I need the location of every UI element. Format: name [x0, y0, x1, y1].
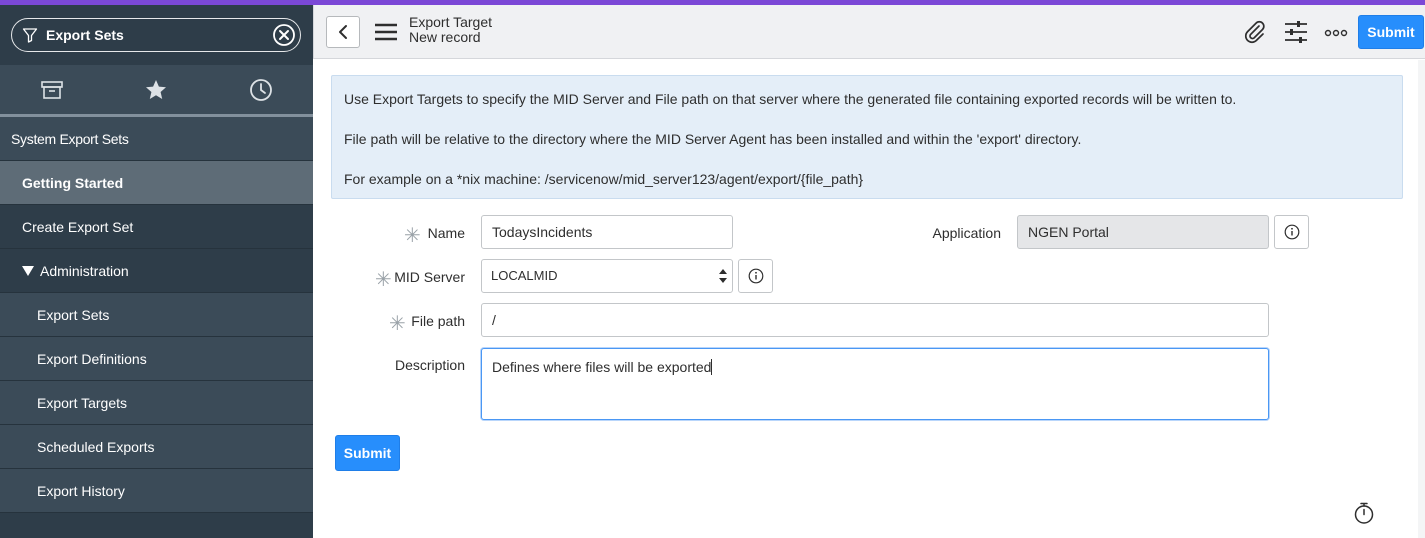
info-line-1: Use Export Targets to specify the MID Se…	[344, 91, 1237, 107]
required-marker: ✳	[389, 313, 406, 335]
form-subtitle: New record	[409, 29, 481, 45]
description-label: Description	[394, 357, 465, 373]
scrollbar[interactable]	[1418, 60, 1425, 538]
info-line-2: File path will be relative to the direct…	[344, 131, 1082, 147]
sidebar-item-administration[interactable]: Administration	[0, 249, 313, 293]
timer-icon[interactable]	[1353, 501, 1375, 525]
file-path-label: File path	[411, 313, 465, 329]
collapse-triangle-icon	[22, 265, 34, 276]
filter-wrap	[0, 5, 313, 65]
sidebar-item-export-history[interactable]: Export History	[0, 469, 313, 513]
form-header: Export Target New record Submit	[313, 5, 1425, 59]
sidebar: System Export Sets Getting Started Creat…	[0, 5, 313, 538]
application-label: Application	[932, 225, 1002, 241]
required-marker: ✳	[404, 225, 421, 247]
info-message: Use Export Targets to specify the MID Se…	[331, 75, 1403, 199]
sidebar-item-label: Administration	[40, 262, 129, 279]
sidebar-item-getting-started[interactable]: Getting Started	[0, 161, 313, 205]
sidebar-tabs	[0, 65, 313, 117]
sidebar-item-export-sets[interactable]: Export Sets	[0, 293, 313, 337]
filter-navigator	[11, 18, 301, 52]
tab-history[interactable]	[209, 65, 313, 114]
mid-server-info-button[interactable]	[738, 259, 773, 293]
module-header[interactable]: System Export Sets	[0, 117, 313, 161]
name-field[interactable]	[481, 215, 733, 249]
mid-server-select[interactable]: LOCALMID	[481, 259, 733, 293]
menu-icon[interactable]	[374, 21, 398, 43]
description-textarea[interactable]: Defines where files will be exported	[481, 348, 1269, 420]
back-button[interactable]	[326, 16, 360, 48]
clock-icon	[249, 78, 272, 101]
tab-favorites[interactable]	[104, 65, 208, 114]
mid-server-value: LOCALMID	[491, 268, 558, 283]
back-icon	[339, 25, 347, 39]
application-info-button[interactable]	[1274, 215, 1309, 249]
sidebar-item-export-targets[interactable]: Export Targets	[0, 381, 313, 425]
more-icon[interactable]	[1323, 19, 1349, 45]
paperclip-icon[interactable]	[1242, 19, 1268, 45]
text-caret	[711, 359, 713, 375]
star-icon	[146, 79, 167, 99]
info-icon	[1284, 224, 1299, 240]
sidebar-item-scheduled-exports[interactable]: Scheduled Exports	[0, 425, 313, 469]
name-label: Name	[427, 225, 465, 241]
application-field	[1017, 215, 1269, 249]
filter-icon	[22, 28, 38, 43]
archive-icon	[41, 80, 63, 99]
description-text: Defines where files will be exported	[492, 359, 712, 375]
info-line-3: For example on a *nix machine: /servicen…	[344, 171, 864, 187]
info-icon	[748, 268, 763, 284]
sidebar-item-export-definitions[interactable]: Export Definitions	[0, 337, 313, 381]
sidebar-item-create-export-set[interactable]: Create Export Set	[0, 205, 313, 249]
mid-server-label: MID Server	[394, 269, 465, 285]
clear-filter-icon[interactable]	[272, 23, 296, 47]
submit-button[interactable]: Submit	[335, 435, 400, 471]
form-title: Export Target	[409, 14, 493, 30]
tab-all-applications[interactable]	[0, 65, 104, 114]
sliders-icon[interactable]	[1283, 19, 1309, 45]
filter-input[interactable]	[46, 24, 266, 46]
select-arrows-icon	[719, 269, 727, 283]
form-title-block: Export Target New record	[409, 15, 492, 45]
file-path-field[interactable]	[481, 303, 1269, 337]
submit-button-header[interactable]: Submit	[1358, 15, 1424, 49]
